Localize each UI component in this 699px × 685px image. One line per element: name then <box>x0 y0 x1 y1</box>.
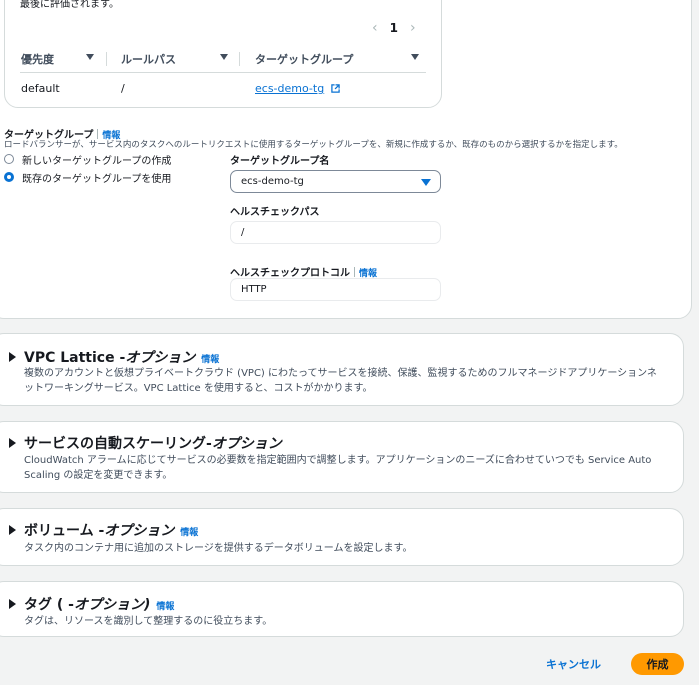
target-group-name-label: ターゲットグループ名 <box>230 156 330 167</box>
target-group-link[interactable]: ecs-demo-tg <box>255 82 340 95</box>
chevron-left-icon[interactable]: ‹ <box>372 20 378 36</box>
section-title: タグ ( - <box>24 597 74 613</box>
section-description: タグは、リソースを識別して整理するのに役立ちます。 <box>24 616 273 627</box>
vpc-lattice-info-link[interactable]: 情報 <box>201 352 219 365</box>
radio-existing-target-group[interactable] <box>4 172 14 182</box>
service-auto-scaling-header[interactable]: サービスの自動スケーリング- オプション <box>9 433 282 453</box>
vpc-lattice-header[interactable]: VPC Lattice - オプション 情報 <box>9 347 219 367</box>
section-title-optional: オプション) <box>73 597 151 613</box>
vpc-lattice-section: VPC Lattice - オプション 情報 複数のアカウントと仮想プライベート… <box>0 333 684 406</box>
target-group-name-select[interactable]: ecs-demo-tg <box>230 170 441 193</box>
caret-right-icon <box>9 599 16 609</box>
section-description: タスク内のコンテナ用に追加のストレージを提供するデータボリュームを設定します。 <box>24 543 413 554</box>
tags-section: タグ ( - オプション) 情報 タグは、リソースを識別して整理するのに役立ちま… <box>0 581 684 637</box>
caret-right-icon <box>9 525 16 535</box>
caret-right-icon <box>9 352 16 362</box>
tags-info-link[interactable]: 情報 <box>156 599 174 612</box>
pagination: ‹ 1 › <box>372 20 416 36</box>
column-header-priority[interactable]: 優先度 <box>21 51 54 67</box>
section-title-optional: オプション <box>125 350 196 366</box>
target-group-description: ロードバランサーが、サービス内のタスクへのルートリクエストに使用するターゲットグ… <box>4 140 623 150</box>
cancel-button[interactable]: キャンセル <box>546 656 601 672</box>
column-header-target-group[interactable]: ターゲットグループ <box>255 51 353 67</box>
section-title-optional: オプション <box>211 436 282 452</box>
section-title: VPC Lattice - <box>24 350 126 366</box>
section-description: CloudWatch アラームに応じてサービスの必要数を指定範囲内で調整します。… <box>24 455 652 481</box>
caret-down-icon <box>421 179 431 186</box>
health-check-path-label: ヘルスチェックパス <box>230 207 320 218</box>
volumes-section: ボリューム - オプション 情報 タスク内のコンテナ用に追加のストレージを提供す… <box>0 508 684 566</box>
health-check-protocol-field: HTTP <box>230 278 441 301</box>
service-auto-scaling-section: サービスの自動スケーリング- オプション CloudWatch アラームに応じて… <box>0 421 684 493</box>
section-title-optional: オプション <box>104 523 175 539</box>
chevron-right-icon[interactable]: › <box>410 20 416 36</box>
radio-existing-target-group-label[interactable]: 既存のターゲットグループを使用 <box>22 170 171 185</box>
cell-rule-path: / <box>121 82 125 95</box>
radio-new-target-group[interactable] <box>4 154 14 164</box>
create-button[interactable]: 作成 <box>631 653 684 675</box>
sort-down-icon[interactable] <box>220 54 228 60</box>
external-link-icon <box>330 84 340 93</box>
page-number[interactable]: 1 <box>390 21 398 35</box>
section-title: ボリューム - <box>24 523 105 539</box>
column-divider <box>239 52 240 66</box>
column-header-rule-path[interactable]: ルールパス <box>121 51 176 67</box>
sort-down-icon[interactable] <box>86 54 94 60</box>
volumes-header[interactable]: ボリューム - オプション 情報 <box>9 520 198 540</box>
cell-priority: default <box>21 82 60 95</box>
health-check-path-field: / <box>230 221 441 244</box>
rule-card-description: 最後に評価されます。 <box>20 0 119 10</box>
section-description: 複数のアカウントと仮想プライベートクラウド (VPC) にわたってサービスを接続… <box>24 368 657 394</box>
section-title: サービスの自動スケーリング- <box>24 436 212 452</box>
target-group-name-value: ecs-demo-tg <box>241 176 304 187</box>
sort-down-icon[interactable] <box>411 54 419 60</box>
health-check-protocol-value: HTTP <box>241 284 267 295</box>
caret-right-icon <box>9 438 16 448</box>
radio-new-target-group-label[interactable]: 新しいターゲットグループの作成 <box>22 152 171 167</box>
target-group-link-text[interactable]: ecs-demo-tg <box>255 82 324 95</box>
health-check-path-value: / <box>241 227 245 238</box>
volumes-info-link[interactable]: 情報 <box>180 525 198 538</box>
tags-header[interactable]: タグ ( - オプション) 情報 <box>9 594 174 614</box>
info-divider <box>354 267 355 277</box>
table-divider <box>20 72 426 73</box>
column-divider <box>106 52 107 66</box>
